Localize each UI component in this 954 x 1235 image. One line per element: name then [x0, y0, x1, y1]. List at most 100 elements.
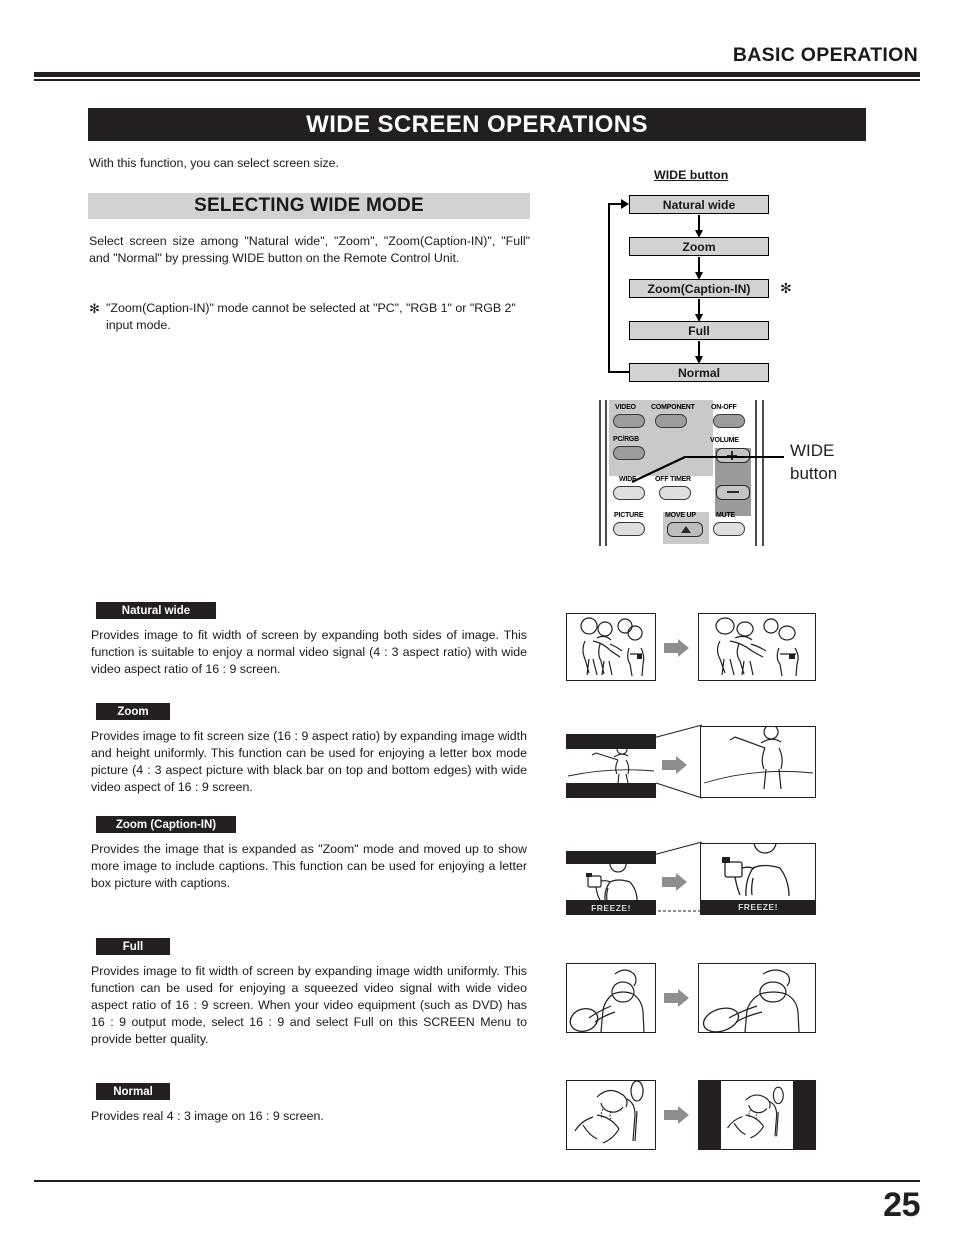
flow-step-full: Full: [629, 321, 769, 340]
remote-label-video: VIDEO: [615, 404, 636, 411]
mode-text-normal: Provides real 4 : 3 image on 16 : 9 scre…: [91, 1109, 324, 1123]
remote-label-component: COMPONENT: [651, 404, 695, 411]
flow-step-zoom: Zoom: [629, 237, 769, 256]
move-up-triangle-icon: [681, 526, 691, 533]
note-body: "Zoom(Caption-IN)" mode cannot be select…: [106, 301, 516, 332]
remote-button-on-off[interactable]: [713, 414, 745, 428]
volleyball-figures-before-icon: [580, 617, 645, 677]
subsection-title: SELECTING WIDE MODE: [88, 193, 530, 219]
remote-label-mute: MUTE: [716, 512, 736, 519]
flow-loop-top: [608, 203, 622, 205]
mode-label-zoom-caption-in: Zoom (Caption-IN): [96, 816, 236, 833]
panel-before-natural-wide: [566, 613, 656, 681]
letterbox-bar-top: [566, 734, 656, 749]
remote-button-video[interactable]: [613, 414, 645, 428]
transform-arrow-head-icon: [678, 989, 689, 1007]
letterbox-bar-top: [566, 851, 656, 864]
mode-text-zoom-caption-in: Provides the image that is expanded as "…: [91, 842, 527, 890]
remote-button-picture[interactable]: [613, 522, 645, 536]
remote-label-volume: VOLUME: [710, 437, 739, 444]
panel-before-caption-in: FREEZE!: [566, 851, 656, 915]
illustration-natural-wide: [566, 613, 816, 683]
flow-asterisk-icon: ✻: [780, 280, 792, 296]
transform-arrow-shaft: [662, 877, 676, 887]
remote-edge-rail-left-inner: [605, 400, 607, 546]
tennis-player-after-icon: [702, 969, 800, 1032]
flow-arrow-1-icon: [695, 215, 703, 238]
transform-arrow-shaft: [664, 1110, 678, 1120]
caption-text-before: FREEZE!: [591, 903, 631, 913]
intro-text: With this function, you can select scree…: [89, 156, 339, 170]
page-header: BASIC OPERATION: [34, 45, 920, 81]
flow-step-natural-wide: Natural wide: [629, 195, 769, 214]
batter-before-icon: [574, 1081, 644, 1144]
flow-loop-bottom: [608, 371, 631, 373]
remote-button-mute[interactable]: [713, 522, 745, 536]
flow-loop-arrowhead-icon: [621, 199, 629, 209]
volleyball-figures-after-icon: [715, 617, 799, 677]
panel-after-caption-in: FREEZE!: [700, 843, 816, 915]
mode-text-natural-wide: Provides image to fit width of screen by…: [91, 628, 527, 676]
transform-arrow-shaft: [664, 993, 678, 1003]
mode-label-natural-wide: Natural wide: [96, 602, 216, 619]
mode-text-full: Provides image to fit width of screen by…: [91, 964, 527, 1046]
panel-before-full: [566, 963, 656, 1033]
remote-edge-rail-left-outer: [599, 400, 601, 546]
flow-step-zoom-caption-in: Zoom(Caption-IN): [629, 279, 769, 298]
flow-loop-vertical: [608, 204, 610, 373]
mode-text-zoom: Provides image to fit screen size (16 : …: [91, 729, 527, 794]
mode-label-normal: Normal: [96, 1083, 170, 1100]
page-number: 25: [883, 1186, 920, 1224]
panel-after-zoom: [700, 726, 816, 798]
panel-before-normal: [566, 1080, 656, 1150]
flow-arrow-4-icon: [695, 341, 703, 364]
callout-line-2: button: [790, 463, 838, 483]
remote-button-off-timer[interactable]: [659, 486, 691, 500]
flow-caption: WIDE button: [654, 168, 729, 182]
cameraman-after-icon: [722, 844, 790, 897]
flow-arrow-2-icon: [695, 257, 703, 280]
mode-label-zoom: Zoom: [96, 703, 170, 720]
mode-label-full: Full: [96, 938, 170, 955]
remote-edge-rail-right-inner: [755, 400, 757, 546]
golfer-after-icon: [703, 727, 814, 790]
illustration-normal: [566, 1080, 816, 1152]
remote-label-picture: PICTURE: [614, 512, 644, 519]
golfer-before-icon: [567, 749, 655, 783]
pillarbox-bar-left: [699, 1081, 721, 1149]
remote-button-wide[interactable]: [613, 486, 645, 500]
pillarbox-bar-right: [793, 1081, 815, 1149]
remote-button-component[interactable]: [655, 414, 687, 428]
flow-arrow-3-icon: [695, 299, 703, 322]
panel-before-zoom: [566, 734, 656, 798]
callout-leader-diagonal: [631, 456, 686, 483]
illustration-zoom: [566, 724, 816, 799]
illustration-zoom-caption-in: FREEZE! FREEZE!: [566, 841, 816, 915]
transform-arrow-head-icon: [676, 873, 687, 891]
illustration-full: [566, 963, 816, 1035]
subsection-paragraph: Select screen size among "Natural wide",…: [89, 234, 530, 265]
panel-after-natural-wide: [698, 613, 816, 681]
cameraman-before-icon: [586, 864, 638, 900]
transform-arrow-head-icon: [678, 639, 689, 657]
wide-button-callout: WIDE button: [790, 440, 837, 486]
transform-arrow-head-icon: [676, 756, 687, 774]
transform-arrow-shaft: [664, 643, 678, 653]
callout-line-1: WIDE: [790, 441, 835, 460]
footer-rule: [34, 1180, 920, 1183]
note-asterisk-icon: ✻: [89, 301, 100, 316]
remote-label-pc-rgb: PC/RGB: [613, 436, 640, 443]
subsection-note: ✻ "Zoom(Caption-IN)" mode cannot be sele…: [89, 300, 530, 334]
panel-after-full: [698, 963, 816, 1033]
flow-step-normal: Normal: [629, 363, 769, 382]
header-rule-thin: [34, 78, 920, 81]
section-title-banner: WIDE SCREEN OPERATIONS: [88, 108, 866, 141]
batter-after-icon: [727, 1086, 784, 1139]
volume-minus-icon: [727, 491, 739, 494]
wide-mode-flow-diagram: WIDE button Natural wide Zoom Zoom(Capti…: [600, 168, 810, 390]
callout-leader-horizontal: [684, 456, 784, 459]
transform-arrow-shaft: [662, 760, 676, 770]
remote-label-move-up: MOVE UP: [665, 512, 696, 519]
remote-edge-rail-right-outer: [762, 400, 764, 546]
header-rule-thick: [34, 71, 920, 77]
